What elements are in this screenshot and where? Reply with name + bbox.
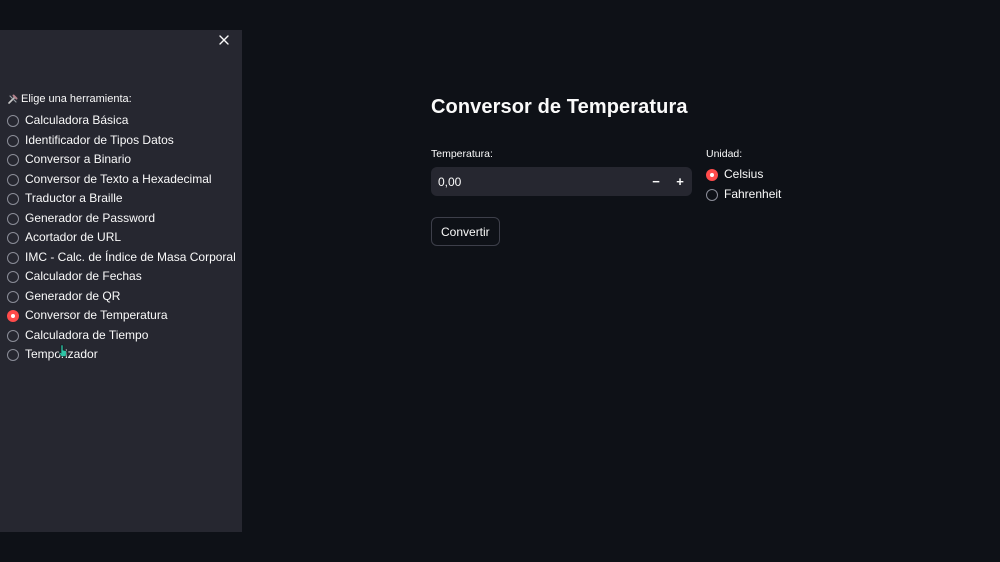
tool-option[interactable]: Calculadora Básica <box>7 112 237 132</box>
radio-unchecked-icon[interactable] <box>7 193 19 205</box>
unit-option[interactable]: Celsius <box>706 166 906 186</box>
tool-option[interactable]: Acortador de URL <box>7 229 237 249</box>
unit-field: Unidad: Celsius Fahrenheit <box>706 148 906 205</box>
unit-radio-group: Celsius Fahrenheit <box>706 166 906 205</box>
increment-button[interactable]: + <box>668 167 692 196</box>
tool-option-label: IMC - Calc. de Índice de Masa Corporal <box>25 249 236 264</box>
convert-button[interactable]: Convertir <box>431 217 500 246</box>
tool-option-label: Calculadora de Tiempo <box>25 327 149 342</box>
radio-unchecked-icon[interactable] <box>7 271 19 283</box>
tool-option-label: Acortador de URL <box>25 230 122 244</box>
mouse-pointer-icon <box>58 344 67 357</box>
temperature-label: Temperatura: <box>431 148 493 160</box>
tool-option-label: Generador de QR <box>25 288 121 303</box>
close-sidebar-button[interactable] <box>214 30 234 50</box>
radio-unchecked-icon[interactable] <box>7 349 19 361</box>
temperature-field: Temperatura: − + <box>431 148 693 196</box>
radio-unchecked-icon[interactable] <box>7 115 19 127</box>
radio-unchecked-icon[interactable] <box>7 290 19 303</box>
radio-unchecked-icon[interactable] <box>7 154 19 166</box>
tool-option-label: Generador de Password <box>25 210 156 225</box>
unit-label: Unidad: <box>706 148 743 160</box>
main-content: Conversor de Temperatura Temperatura: − … <box>431 90 951 246</box>
tool-option[interactable]: Conversor a Binario <box>7 151 237 171</box>
tool-selector-text: Elige una herramienta: <box>21 93 132 105</box>
sidebar: Elige una herramienta: Calculadora Básic… <box>0 30 242 532</box>
radio-checked-icon[interactable] <box>7 310 19 322</box>
tool-option-label: Calculadora Básica <box>25 113 129 127</box>
tool-option[interactable]: Calculador de Fechas <box>7 268 237 288</box>
radio-unchecked-icon[interactable] <box>7 251 19 264</box>
tool-option-label: Conversor a Binario <box>25 152 132 166</box>
radio-checked-icon[interactable] <box>706 169 718 181</box>
tool-radio-group: Calculadora Básica Identificador de Tipos… <box>7 112 237 366</box>
unit-option-label: Fahrenheit <box>724 186 782 201</box>
tool-option-label: Identificador de Tipos Datos <box>25 132 174 147</box>
temperature-stepper: − + <box>431 167 692 196</box>
tool-option[interactable]: Temporizador <box>7 346 237 366</box>
radio-unchecked-icon[interactable] <box>706 188 718 201</box>
tool-selector-label: Elige una herramienta: <box>7 93 132 105</box>
temperature-input[interactable] <box>438 174 644 189</box>
tool-option-label: Conversor de Texto a Hexadecimal <box>25 171 212 186</box>
tool-option[interactable]: IMC - Calc. de Índice de Masa Corporal <box>7 249 237 269</box>
unit-option-label: Celsius <box>724 167 764 181</box>
tool-option[interactable]: Conversor de Temperatura <box>7 307 237 327</box>
close-icon <box>219 35 229 45</box>
tool-option-label: Traductor a Braille <box>25 191 123 205</box>
tools-icon <box>8 94 18 104</box>
tool-option[interactable]: Traductor a Braille <box>7 190 237 210</box>
tool-option[interactable]: Identificador de Tipos Datos <box>7 132 237 152</box>
tool-option[interactable]: Calculadora de Tiempo <box>7 327 237 347</box>
unit-option[interactable]: Fahrenheit <box>706 186 906 206</box>
tool-option[interactable]: Generador de QR <box>7 288 237 308</box>
tool-option[interactable]: Conversor de Texto a Hexadecimal <box>7 171 237 191</box>
radio-unchecked-icon[interactable] <box>7 329 19 342</box>
radio-unchecked-icon[interactable] <box>7 212 19 225</box>
decrement-button[interactable]: − <box>644 167 668 196</box>
tool-option-label: Calculador de Fechas <box>25 269 142 283</box>
tool-option[interactable]: Generador de Password <box>7 210 237 230</box>
radio-unchecked-icon[interactable] <box>7 232 19 244</box>
radio-unchecked-icon[interactable] <box>7 173 19 186</box>
tool-option-label: Conversor de Temperatura <box>25 308 168 322</box>
radio-unchecked-icon[interactable] <box>7 134 19 147</box>
page-title: Conversor de Temperatura <box>431 96 688 118</box>
